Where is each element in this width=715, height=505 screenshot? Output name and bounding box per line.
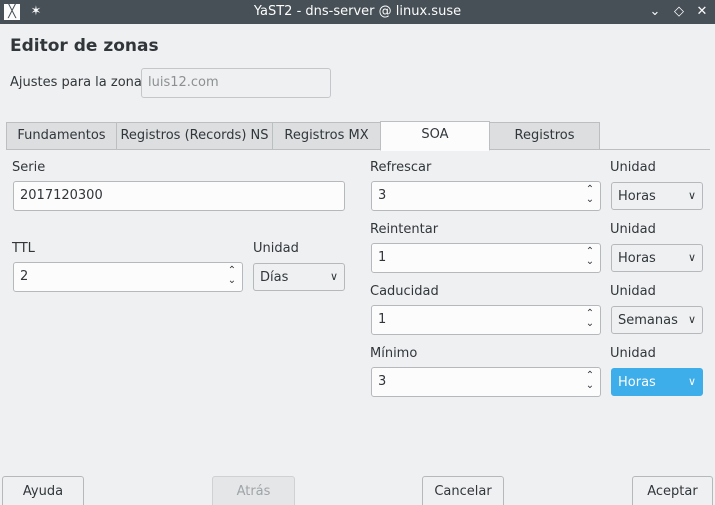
chevron-down-icon: ∨ [687, 313, 696, 326]
caducidad-unit-value: Semanas [618, 313, 678, 328]
caducidad-label: Caducidad [370, 284, 439, 299]
serie-field[interactable]: 2017120300 [13, 181, 345, 211]
tab-soa[interactable]: SOA [380, 121, 490, 151]
reintentar-unit-label: Unidad [610, 222, 656, 237]
reintentar-stepper[interactable]: ⌃ ⌄ [584, 247, 596, 269]
zone-label: Ajustes para la zona [10, 75, 142, 90]
ttl-spinbox[interactable]: 2 ⌃ ⌄ [13, 262, 243, 292]
ttl-unit-select[interactable]: Días ∨ [253, 263, 345, 291]
minimo-unit-select[interactable]: Horas ∨ [611, 368, 703, 396]
ttl-unit-value: Días [260, 270, 289, 285]
zone-field: luis12.com [141, 68, 331, 98]
tab-registros-ns[interactable]: Registros (Records) NS [116, 122, 273, 150]
tab-registros-mx[interactable]: Registros MX [272, 122, 381, 150]
tab-bar: Fundamentos Registros (Records) NS Regis… [6, 121, 710, 151]
maximize-icon[interactable]: ◇ [670, 3, 688, 21]
serie-label: Serie [12, 160, 46, 175]
reintentar-unit-value: Horas [618, 251, 656, 266]
cancel-button[interactable]: Cancelar [422, 476, 504, 505]
ttl-value: 2 [20, 269, 29, 284]
spin-down-icon[interactable]: ⌄ [226, 276, 238, 286]
chevron-down-icon: ∨ [329, 270, 338, 283]
chevron-down-icon: ∨ [687, 251, 696, 264]
back-button[interactable]: Atrás [212, 476, 295, 505]
reintentar-spinbox[interactable]: 1 ⌃ ⌄ [371, 243, 601, 273]
ttl-label: TTL [12, 241, 35, 256]
reintentar-value: 1 [378, 250, 387, 265]
chevron-down-icon: ∨ [687, 375, 696, 388]
spin-down-icon[interactable]: ⌄ [584, 257, 596, 267]
caducidad-spinbox[interactable]: 1 ⌃ ⌄ [371, 305, 601, 335]
caducidad-unit-select[interactable]: Semanas ∨ [611, 306, 703, 334]
close-icon[interactable]: ✕ [693, 3, 711, 21]
minimo-unit-label: Unidad [610, 346, 656, 361]
minimize-icon[interactable]: ⌄ [646, 3, 664, 21]
minimo-value: 3 [378, 374, 387, 389]
spin-down-icon[interactable]: ⌄ [584, 195, 596, 205]
tab-fundamentos[interactable]: Fundamentos [6, 122, 117, 150]
caducidad-unit-label: Unidad [610, 284, 656, 299]
minimo-label: Mínimo [370, 346, 418, 361]
refrescar-unit-label: Unidad [610, 160, 656, 175]
accept-button[interactable]: Aceptar [632, 476, 713, 505]
refrescar-value: 3 [378, 188, 387, 203]
help-button[interactable]: Ayuda [2, 476, 84, 505]
caducidad-value: 1 [378, 312, 387, 327]
refrescar-label: Refrescar [370, 160, 432, 175]
spin-down-icon[interactable]: ⌄ [584, 381, 596, 391]
page-title: Editor de zonas [10, 36, 159, 56]
minimo-stepper[interactable]: ⌃ ⌄ [584, 371, 596, 393]
window-title: YaST2 - dns-server @ linux.suse [253, 4, 462, 19]
minimo-spinbox[interactable]: 3 ⌃ ⌄ [371, 367, 601, 397]
tab-registros[interactable]: Registros [489, 122, 600, 150]
refrescar-stepper[interactable]: ⌃ ⌄ [584, 185, 596, 207]
reintentar-unit-select[interactable]: Horas ∨ [611, 244, 703, 272]
window-titlebar: ╳ ✶ YaST2 - dns-server @ linux.suse ⌄ ◇ … [0, 0, 715, 24]
ttl-unit-label: Unidad [253, 241, 299, 256]
ttl-stepper[interactable]: ⌃ ⌄ [226, 266, 238, 288]
minimo-unit-value: Horas [618, 375, 656, 390]
refrescar-unit-value: Horas [618, 189, 656, 204]
chevron-down-icon: ∨ [687, 189, 696, 202]
caducidad-stepper[interactable]: ⌃ ⌄ [584, 309, 596, 331]
refrescar-spinbox[interactable]: 3 ⌃ ⌄ [371, 181, 601, 211]
refrescar-unit-select[interactable]: Horas ∨ [611, 182, 703, 210]
reintentar-label: Reintentar [370, 222, 439, 237]
spin-down-icon[interactable]: ⌄ [584, 319, 596, 329]
